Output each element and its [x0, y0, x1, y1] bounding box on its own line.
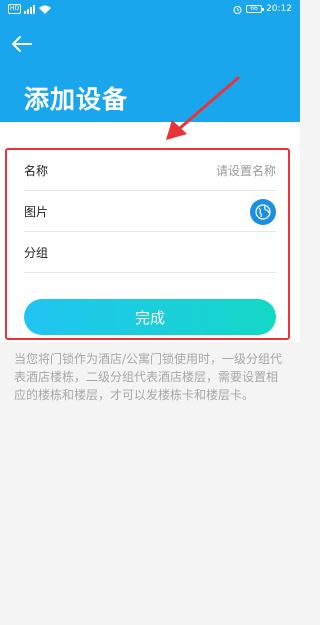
signal-icon	[24, 4, 36, 14]
name-label: 名称	[24, 164, 49, 178]
header: HD 66 20:12 添加设备	[0, 0, 300, 122]
image-picker-button[interactable]	[250, 198, 276, 225]
sim-label: HD	[8, 4, 22, 14]
page-title: 添加设备	[24, 85, 129, 114]
done-button[interactable]: 完成	[24, 299, 276, 335]
status-left: HD	[8, 4, 52, 14]
wifi-icon	[39, 5, 52, 14]
globe-icon	[255, 203, 271, 220]
alarm-icon	[233, 5, 242, 14]
status-bar: HD 66 20:12	[0, 0, 300, 20]
name-row: 名称	[24, 151, 276, 191]
group-label: 分组	[24, 246, 49, 260]
battery-indicator: 66	[246, 5, 265, 13]
arrow-left-icon	[12, 36, 32, 52]
screen: HD 66 20:12 添加设备 名称 请设置名称 图片 分组 完成 当您将门锁…	[0, 0, 300, 625]
group-row[interactable]: 分组	[24, 233, 276, 273]
image-row: 图片	[24, 192, 276, 232]
status-right: 66 20:12	[233, 4, 292, 14]
back-button[interactable]	[8, 32, 36, 56]
usage-note: 当您将门锁作为酒店/公寓门锁使用时，一级分组代表酒店楼栋，二级分组代表酒店楼层，…	[14, 352, 283, 402]
name-input[interactable]	[126, 163, 276, 178]
image-label: 图片	[24, 205, 49, 219]
status-time: 20:12	[266, 4, 292, 14]
